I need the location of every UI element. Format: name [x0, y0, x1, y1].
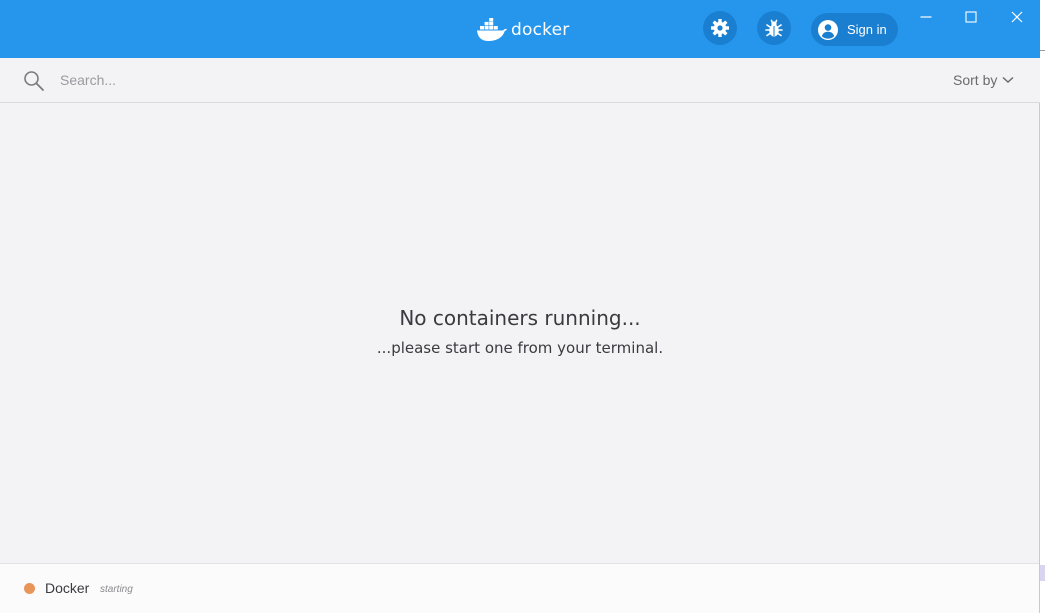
docker-logo: docker [476, 16, 569, 44]
gear-icon [711, 19, 729, 37]
search-bar: Sort by [0, 58, 1040, 103]
bug-icon [765, 19, 783, 37]
close-button[interactable] [999, 4, 1035, 30]
settings-button[interactable] [703, 11, 737, 45]
close-icon [1011, 11, 1023, 23]
engine-name: Docker [45, 580, 90, 596]
desktop-edge [1040, 0, 1045, 616]
docker-dashboard-window: docker Sign in Search... Sort by No cont… [0, 0, 1040, 613]
minimize-icon [920, 16, 932, 18]
status-bar: Docker starting [0, 563, 1039, 613]
containers-empty-state: No containers running... ...please start… [0, 103, 1040, 563]
maximize-button[interactable] [953, 4, 989, 30]
search-input[interactable] [58, 69, 762, 91]
search-icon [24, 71, 44, 91]
sort-by-label: Sort by [953, 72, 998, 88]
user-avatar-icon [818, 19, 838, 40]
empty-state-subtitle: ...please start one from your terminal. [376, 339, 664, 357]
sign-in-button[interactable]: Sign in [811, 13, 898, 46]
title-bar: docker Sign in [0, 0, 1040, 58]
empty-state-title: No containers running... [399, 306, 641, 330]
sign-in-label: Sign in [847, 22, 887, 37]
maximize-icon [965, 11, 977, 23]
docker-whale-icon [477, 18, 507, 41]
minimize-button[interactable] [908, 4, 944, 30]
troubleshoot-button[interactable] [757, 11, 791, 45]
sort-by-dropdown[interactable]: Sort by [953, 72, 1014, 88]
chevron-down-icon [1002, 76, 1014, 84]
engine-status: starting [100, 584, 133, 595]
brand-text: docker [511, 20, 570, 40]
status-indicator-dot [24, 583, 35, 594]
